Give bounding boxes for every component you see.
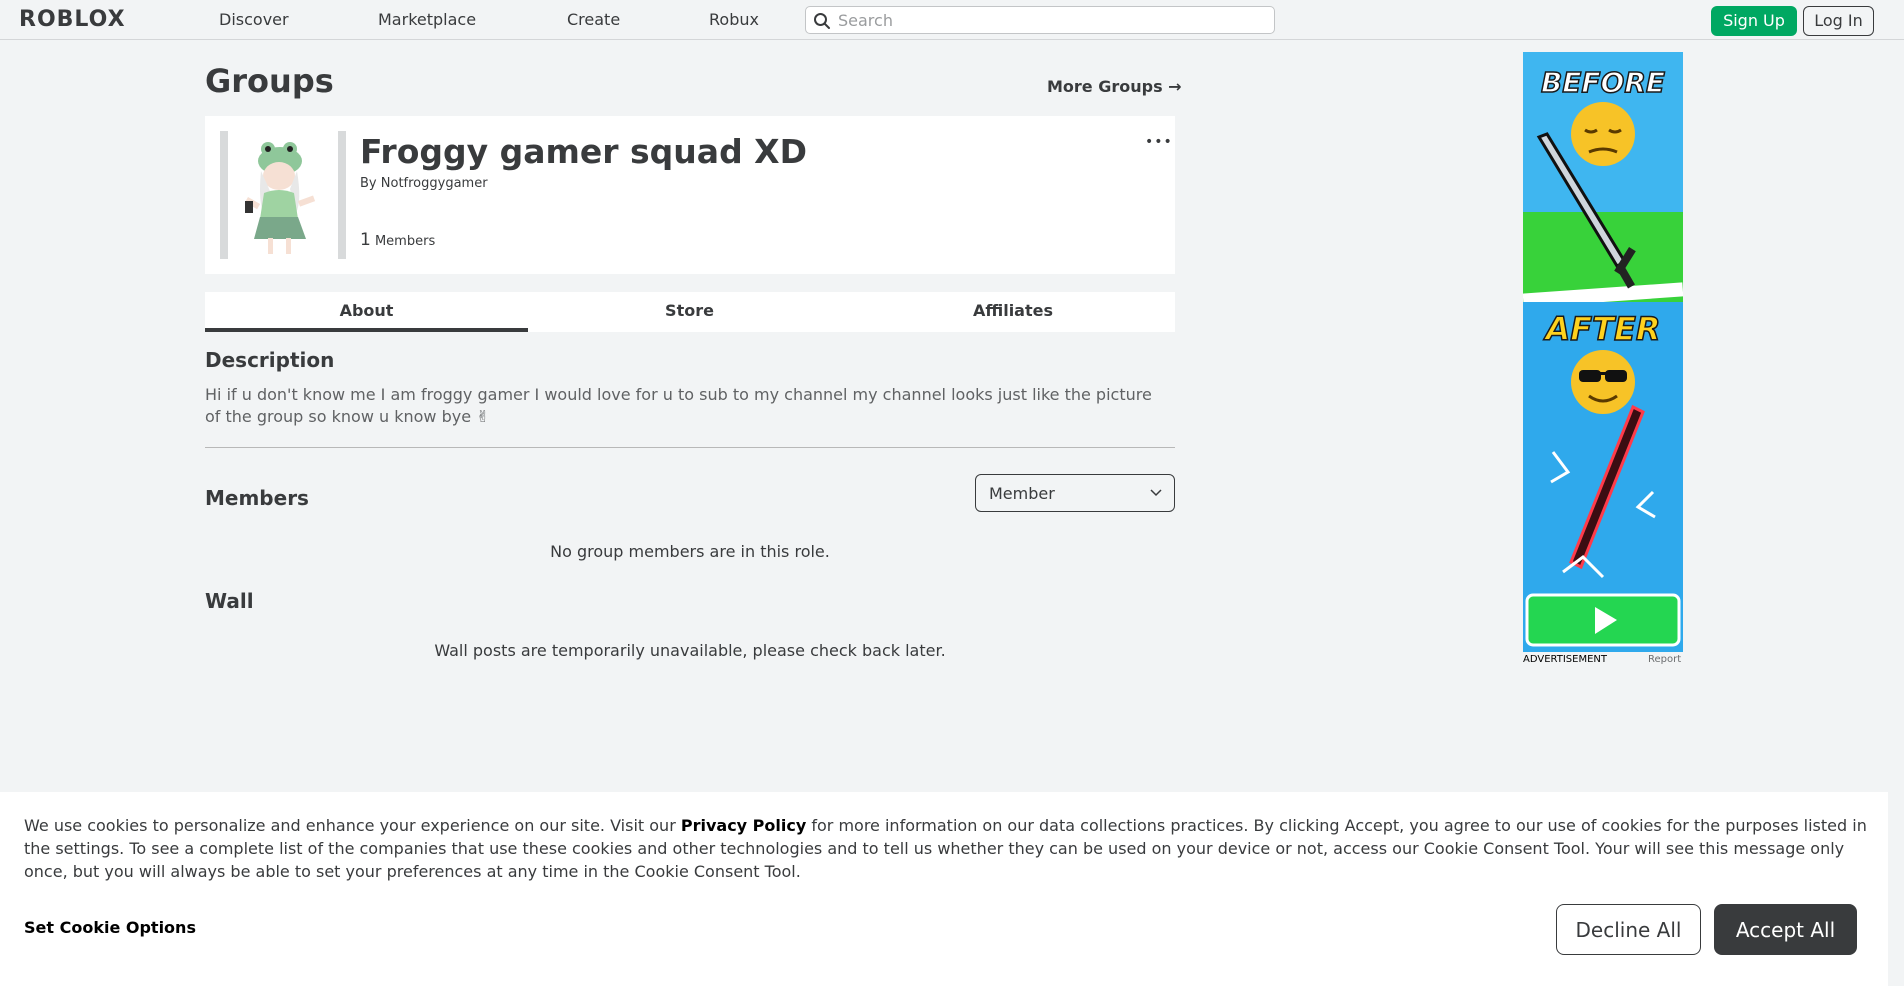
group-member-count: 1 Members <box>360 230 435 250</box>
role-dropdown-value: Member <box>989 484 1055 503</box>
by-label: By <box>360 176 377 191</box>
page-title: Groups <box>205 62 334 100</box>
top-navigation-bar: ROBLOX Discover Marketplace Create Robux… <box>0 0 1904 40</box>
tab-affiliates[interactable]: Affiliates <box>851 292 1175 332</box>
log-in-button[interactable]: Log In <box>1803 6 1874 36</box>
ad-before-text: BEFORE <box>1541 66 1665 99</box>
cookie-consent-text: We use cookies to personalize and enhanc… <box>24 814 1869 883</box>
group-emblem-image <box>220 131 346 259</box>
nav-robux[interactable]: Robux <box>709 10 759 30</box>
wall-empty-message: Wall posts are temporarily unavailable, … <box>434 641 946 660</box>
decline-all-button[interactable]: Decline All <box>1556 904 1701 955</box>
description-title: Description <box>205 348 335 372</box>
section-divider <box>205 447 1175 448</box>
ad-after-text: AFTER <box>1543 310 1661 348</box>
group-owner-line: By Notfroggygamer <box>360 176 488 191</box>
accept-all-button[interactable]: Accept All <box>1714 904 1857 955</box>
more-options-icon[interactable]: ••• <box>1145 134 1173 150</box>
members-empty-message: No group members are in this role. <box>550 542 830 561</box>
group-description: Hi if u don't know me I am froggy gamer … <box>205 385 1152 426</box>
search-input[interactable] <box>838 10 1258 30</box>
roblox-logo[interactable]: ROBLOX <box>19 7 126 33</box>
set-cookie-options-link[interactable]: Set Cookie Options <box>24 918 196 937</box>
nav-create[interactable]: Create <box>567 10 620 30</box>
member-count-value: 1 <box>360 230 371 250</box>
more-groups-link[interactable]: More Groups → <box>1047 77 1182 96</box>
group-owner-link[interactable]: Notfroggygamer <box>381 176 488 191</box>
wall-title: Wall <box>205 589 254 613</box>
report-ad-link[interactable]: Report <box>1648 654 1681 665</box>
sign-up-button[interactable]: Sign Up <box>1711 6 1797 36</box>
tab-about[interactable]: About <box>205 292 528 332</box>
search-box[interactable] <box>805 6 1275 34</box>
nav-discover[interactable]: Discover <box>219 10 289 30</box>
group-tabs: About Store Affiliates <box>205 292 1175 332</box>
search-icon <box>814 13 830 29</box>
tab-store[interactable]: Store <box>528 292 851 332</box>
advertisement-label: ADVERTISEMENT <box>1523 654 1608 665</box>
chevron-down-icon <box>1150 489 1162 497</box>
nav-marketplace[interactable]: Marketplace <box>378 10 476 30</box>
privacy-policy-link[interactable]: Privacy Policy <box>681 816 806 835</box>
group-header-card: Froggy gamer squad XD By Notfroggygamer … <box>205 116 1175 274</box>
cookie-text-start: We use cookies to personalize and enhanc… <box>24 816 681 835</box>
role-dropdown[interactable]: Member <box>975 474 1175 512</box>
group-name: Froggy gamer squad XD <box>360 132 808 171</box>
members-title: Members <box>205 486 309 510</box>
member-count-label: Members <box>374 234 436 249</box>
cookie-consent-banner: We use cookies to personalize and enhanc… <box>0 792 1888 986</box>
advertisement-banner[interactable]: BEFORE AFTER <box>1523 52 1683 652</box>
